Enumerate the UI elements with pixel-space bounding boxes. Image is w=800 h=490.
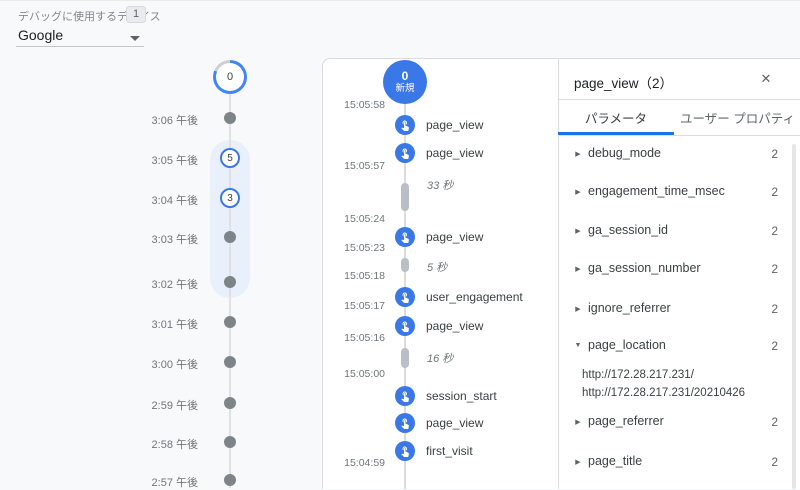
caret-right-icon[interactable]: ▶ (573, 265, 583, 273)
event-name[interactable]: page_view (426, 416, 483, 430)
parameter-count: 2 (753, 415, 778, 429)
event-time: 15:05:57 (329, 160, 385, 172)
parameter-count: 2 (753, 455, 778, 469)
parameter-count: 2 (753, 224, 778, 238)
minute-dot[interactable] (224, 112, 236, 124)
minute-dot[interactable] (224, 231, 236, 243)
touch-event-icon[interactable] (395, 115, 415, 135)
minute-label: 2:58 午後 (120, 436, 198, 452)
device-count-badge: 1 (126, 6, 146, 23)
gap-duration: 5 秒 (427, 259, 447, 275)
caret-right-icon[interactable]: ▶ (573, 227, 583, 235)
touch-event-icon[interactable] (395, 441, 415, 461)
touch-event-icon[interactable] (395, 143, 415, 163)
parameter-count: 2 (753, 262, 778, 276)
minute-dot[interactable] (224, 397, 236, 409)
seconds-stream-head-label: 新規 (395, 83, 414, 94)
parameter-name[interactable]: engagement_time_msec (588, 184, 725, 198)
parameter-name[interactable]: page_title (588, 454, 642, 468)
minute-label: 3:00 午後 (120, 356, 198, 372)
event-time: 15:05:24 (329, 213, 385, 225)
device-select-underline (16, 46, 144, 47)
event-name[interactable]: user_engagement (426, 290, 523, 304)
event-name[interactable]: page_view (426, 319, 483, 333)
touch-event-icon[interactable] (395, 287, 415, 307)
tab-user-properties[interactable]: ユーザー プロパティ (674, 100, 800, 134)
minute-timeline-progress-ring[interactable]: 0 (213, 60, 247, 94)
minute-event-count-badge[interactable]: 5 (220, 148, 240, 168)
gap-capsule (401, 348, 409, 368)
top-border (0, 0, 800, 1)
parameter-count: 2 (753, 339, 778, 353)
chevron-down-icon[interactable] (130, 36, 140, 41)
parameter-name[interactable]: page_location (588, 338, 666, 352)
minute-label: 2:59 午後 (120, 397, 198, 413)
parameter-name[interactable]: ignore_referrer (588, 301, 671, 315)
caret-right-icon[interactable]: ▶ (573, 305, 583, 313)
touch-event-icon[interactable] (395, 413, 415, 433)
minute-dot[interactable] (224, 276, 236, 288)
parameter-name[interactable]: ga_session_number (588, 261, 701, 275)
parameter-count: 2 (753, 185, 778, 199)
parameter-count: 2 (753, 147, 778, 161)
seconds-stream-head-count: 0 (402, 70, 409, 83)
touch-event-icon[interactable] (395, 227, 415, 247)
seconds-stream-head-circle: 0 新規 (383, 60, 427, 104)
device-select[interactable]: Google (18, 27, 63, 43)
event-time: 15:05:23 (329, 242, 385, 254)
caret-right-icon[interactable]: ▶ (573, 150, 583, 158)
touch-event-icon[interactable] (395, 316, 415, 336)
gap-duration: 33 秒 (427, 177, 453, 193)
event-time: 15:05:17 (329, 300, 385, 312)
touch-event-icon[interactable] (395, 386, 415, 406)
minute-label: 3:03 午後 (120, 231, 198, 247)
scrollbar[interactable] (792, 144, 796, 489)
tab-parameters[interactable]: パラメータ (558, 100, 674, 134)
gap-capsule (401, 258, 409, 272)
minute-label: 3:05 午後 (120, 152, 198, 168)
event-name[interactable]: session_start (426, 389, 497, 403)
parameter-value: http://172.28.217.231/20210426 (582, 387, 745, 399)
debug-view-card: 0 新規 15:05:58 15:05:57 15:05:24 15:05:23… (322, 58, 800, 489)
minute-label: 3:04 午後 (120, 192, 198, 208)
minute-timeline-current-count: 0 (216, 63, 244, 91)
gap-duration: 16 秒 (427, 350, 453, 366)
parameter-name[interactable]: debug_mode (588, 146, 661, 160)
parameter-count: 2 (753, 302, 778, 316)
event-time: 15:04:59 (329, 457, 385, 469)
tabs-bottom-border (558, 135, 800, 136)
detail-panel-title: page_view（2） (574, 72, 673, 92)
minute-label: 3:01 午後 (120, 316, 198, 332)
minute-dot[interactable] (224, 436, 236, 448)
parameter-name[interactable]: ga_session_id (588, 223, 668, 237)
minute-dot[interactable] (224, 316, 236, 328)
event-name[interactable]: first_visit (426, 444, 473, 458)
minute-dot[interactable] (224, 356, 236, 368)
parameter-value: http://172.28.217.231/ (582, 369, 694, 381)
minute-label: 3:06 午後 (120, 112, 198, 128)
event-time: 15:05:00 (329, 368, 385, 380)
minute-dot[interactable] (224, 474, 236, 486)
minute-event-count-badge[interactable]: 3 (220, 188, 240, 208)
event-name[interactable]: page_view (426, 146, 483, 160)
minute-label: 3:02 午後 (120, 276, 198, 292)
parameter-name[interactable]: page_referrer (588, 414, 664, 428)
event-time: 15:05:18 (329, 270, 385, 282)
caret-down-icon[interactable]: ▼ (573, 342, 583, 349)
caret-right-icon[interactable]: ▶ (573, 458, 583, 466)
caret-right-icon[interactable]: ▶ (573, 188, 583, 196)
event-time: 15:05:16 (329, 332, 385, 344)
close-icon[interactable]: ✕ (756, 69, 776, 89)
event-name[interactable]: page_view (426, 118, 483, 132)
event-time: 15:05:58 (329, 99, 385, 111)
event-name[interactable]: page_view (426, 230, 483, 244)
gap-capsule (401, 183, 409, 211)
caret-right-icon[interactable]: ▶ (573, 418, 583, 426)
